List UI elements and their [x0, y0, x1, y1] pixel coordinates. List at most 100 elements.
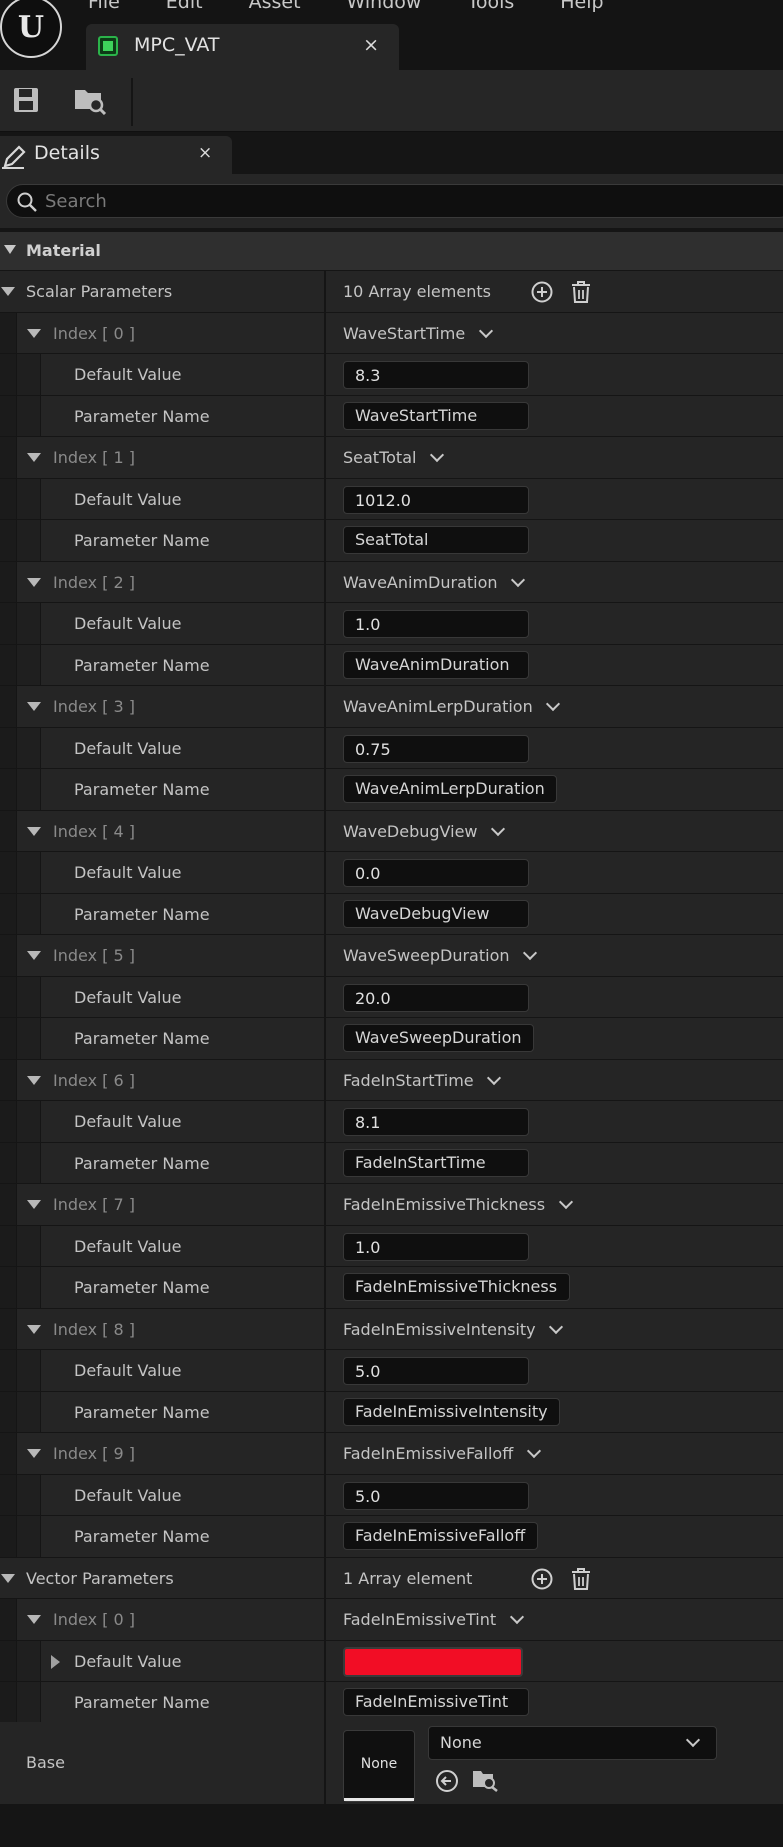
- chevron-down-icon[interactable]: [526, 1443, 542, 1459]
- collapse-arrow-icon[interactable]: [27, 1075, 41, 1085]
- parameter-name-row: Parameter Name FadeInEmissiveIntensity: [0, 1391, 783, 1433]
- use-selected-button[interactable]: [434, 1768, 460, 1794]
- parameter-name-input[interactable]: FadeInEmissiveThickness: [343, 1273, 570, 1301]
- collapse-arrow-icon: [4, 245, 16, 254]
- parameter-name-label: Parameter Name: [74, 1527, 210, 1546]
- parameter-name-input[interactable]: WaveDebugView: [343, 899, 529, 928]
- chevron-down-icon[interactable]: [486, 1070, 502, 1085]
- parameter-name-preview: WaveDebugView: [343, 821, 478, 841]
- indent-guide: [17, 727, 41, 768]
- collapse-arrow-icon[interactable]: [27, 1449, 41, 1458]
- chevron-down-icon[interactable]: [548, 1319, 564, 1334]
- color-swatch[interactable]: [343, 1646, 523, 1677]
- menu-asset[interactable]: Asset: [249, 0, 301, 13]
- menu-edit[interactable]: Edit: [166, 0, 203, 13]
- collapse-arrow-icon[interactable]: [27, 1324, 41, 1334]
- parameter-name-input[interactable]: FadeInStartTime: [343, 1148, 529, 1177]
- array-index-row: Index [ 0 ] WaveStartTime: [0, 312, 783, 354]
- name-cell: Index [ 1 ]: [0, 437, 324, 478]
- collapse-arrow-icon[interactable]: [27, 1200, 41, 1209]
- parameter-name-input[interactable]: FadeInEmissiveFalloff: [343, 1522, 538, 1550]
- default-value-input[interactable]: 5.0: [343, 1357, 529, 1385]
- indent-guide: [0, 1308, 17, 1349]
- menu-help[interactable]: Help: [560, 0, 603, 13]
- plus-circle-icon: [531, 281, 553, 303]
- default-value-row: Default Value 0.75: [0, 727, 783, 769]
- collapse-arrow-icon[interactable]: [1, 287, 15, 296]
- chevron-down-icon[interactable]: [558, 1194, 574, 1210]
- details-tab-close-button[interactable]: ×: [198, 143, 212, 163]
- collapse-arrow-icon[interactable]: [27, 951, 41, 960]
- value-cell: 1012.0: [326, 479, 783, 520]
- default-value-text: 5.0: [355, 1362, 381, 1381]
- category-material[interactable]: Material: [0, 232, 783, 270]
- browse-asset-button[interactable]: [472, 1767, 498, 1793]
- collapse-arrow-icon[interactable]: [27, 826, 41, 836]
- default-value-input[interactable]: 1.0: [343, 610, 529, 638]
- add-element-button[interactable]: [529, 279, 555, 305]
- chevron-down-icon[interactable]: [522, 945, 538, 961]
- collapse-arrow-icon[interactable]: [27, 453, 41, 462]
- indent-guide: [0, 603, 17, 644]
- index-label: Index [ 9 ]: [53, 1444, 135, 1463]
- column-splitter[interactable]: [324, 1722, 326, 1804]
- clear-elements-button[interactable]: [568, 1566, 594, 1592]
- default-value-row: Default Value 1.0: [0, 603, 783, 645]
- details-tab[interactable]: Details ×: [0, 136, 232, 174]
- asset-tab-close-button[interactable]: ×: [363, 34, 379, 56]
- default-value-input[interactable]: 5.0: [343, 1481, 529, 1510]
- add-element-button[interactable]: [529, 1566, 555, 1592]
- default-value-input[interactable]: 8.1: [343, 1108, 529, 1136]
- save-button[interactable]: [8, 82, 44, 118]
- parameter-name-input[interactable]: FadeInEmissiveIntensity: [343, 1397, 560, 1426]
- value-cell: 5.0: [326, 1350, 783, 1391]
- default-value-input[interactable]: 20.0: [343, 983, 529, 1012]
- asset-tab[interactable]: MPC_VAT ×: [86, 24, 399, 70]
- parameter-name-input[interactable]: WaveSweepDuration: [343, 1024, 534, 1052]
- search-input[interactable]: [45, 188, 745, 214]
- chevron-down-icon[interactable]: [509, 1609, 525, 1625]
- index-label: Index [ 6 ]: [53, 1070, 135, 1090]
- parameter-name-input[interactable]: SeatTotal: [343, 526, 529, 554]
- menu-tools[interactable]: Tools: [467, 0, 514, 13]
- chevron-down-icon[interactable]: [545, 696, 561, 712]
- default-value-input[interactable]: 1.0: [343, 1232, 529, 1261]
- name-cell: Index [ 0 ]: [0, 312, 324, 353]
- default-value-input[interactable]: 1012.0: [343, 485, 529, 514]
- value-cell: WaveSweepDuration: [326, 935, 783, 976]
- default-value-input[interactable]: 0.0: [343, 859, 529, 887]
- collapse-arrow-icon[interactable]: [27, 328, 41, 338]
- collapse-arrow-icon[interactable]: [1, 1573, 15, 1583]
- expand-arrow-icon[interactable]: [51, 1654, 60, 1669]
- indent-guide: [0, 893, 17, 934]
- value-cell: FadeInEmissiveTint: [326, 1682, 783, 1723]
- chevron-down-icon[interactable]: [510, 572, 526, 587]
- chevron-down-icon[interactable]: [429, 447, 445, 463]
- base-thumbnail-label: None: [360, 1756, 398, 1772]
- browse-button[interactable]: [72, 82, 108, 118]
- value-cell: WaveAnimDuration: [326, 562, 783, 603]
- index-label: Index [ 5 ]: [53, 946, 135, 965]
- main-menu: File Edit Asset Window Tools Help: [88, 0, 650, 13]
- menu-window[interactable]: Window: [347, 0, 422, 13]
- parameter-name-label: Parameter Name: [74, 1278, 210, 1297]
- chevron-down-icon[interactable]: [490, 821, 506, 836]
- base-thumbnail[interactable]: None: [343, 1730, 415, 1802]
- collapse-arrow-icon[interactable]: [27, 577, 41, 587]
- parameter-name-input[interactable]: FadeInEmissiveTint: [343, 1688, 529, 1716]
- parameter-name-input[interactable]: WaveAnimDuration: [343, 650, 529, 679]
- collapse-arrow-icon[interactable]: [27, 1615, 41, 1624]
- name-cell: Default Value: [0, 1350, 324, 1391]
- default-value-input[interactable]: 0.75: [343, 734, 529, 763]
- default-value-input[interactable]: 8.3: [343, 361, 529, 389]
- parameter-name-input[interactable]: WaveAnimLerpDuration: [343, 775, 557, 803]
- menu-file[interactable]: File: [88, 0, 120, 13]
- unreal-logo-icon[interactable]: U: [0, 0, 62, 58]
- parameter-name-input[interactable]: WaveStartTime: [343, 401, 529, 430]
- clear-elements-button[interactable]: [568, 279, 594, 305]
- name-cell: Index [ 4 ]: [0, 810, 324, 851]
- chevron-down-icon[interactable]: [478, 323, 494, 338]
- base-asset-combo[interactable]: None: [428, 1726, 717, 1760]
- collapse-arrow-icon[interactable]: [27, 702, 41, 711]
- indent-guide: [17, 1267, 41, 1308]
